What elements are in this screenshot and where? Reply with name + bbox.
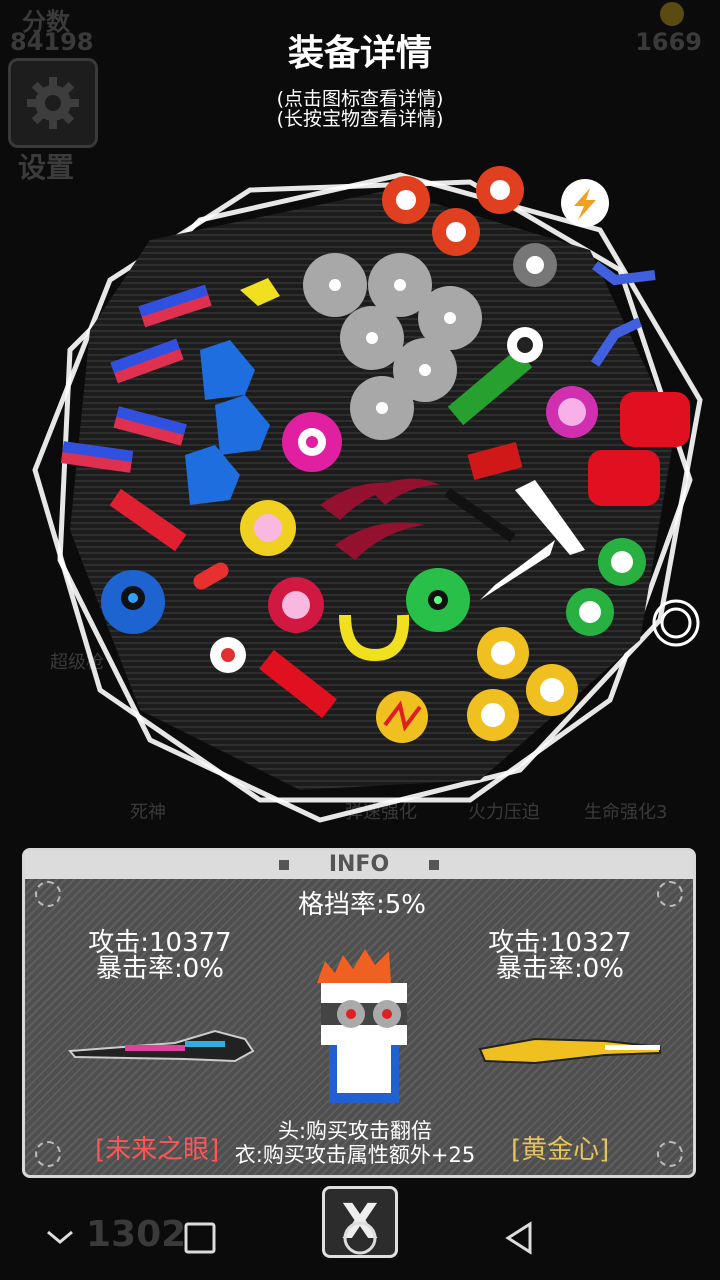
copyright-icon[interactable] bbox=[652, 599, 700, 647]
crimson-flower[interactable] bbox=[268, 577, 324, 633]
coin-icon bbox=[660, 2, 684, 26]
left-attack: 攻击:10377 bbox=[88, 928, 232, 958]
info-header-label: INFO bbox=[328, 852, 390, 877]
nav-home-icon[interactable] bbox=[184, 1222, 216, 1254]
system-nav-bar bbox=[47, 1221, 532, 1255]
equipment-display[interactable] bbox=[0, 150, 720, 830]
character-avatar bbox=[317, 949, 407, 1103]
right-weapon-name: [黄金心] bbox=[511, 1135, 610, 1165]
nav-back-icon[interactable] bbox=[505, 1221, 532, 1255]
page-title: 装备详情 bbox=[287, 33, 432, 74]
blue-ring[interactable] bbox=[101, 570, 165, 634]
nav-recent-icon[interactable] bbox=[47, 1230, 73, 1244]
screw-icon bbox=[35, 1141, 61, 1167]
block-rate: 格挡率:5% bbox=[297, 890, 426, 920]
body-bonus: 衣:购买攻击属性额外+25 bbox=[234, 1143, 476, 1167]
yellow-flower[interactable] bbox=[240, 500, 296, 556]
green-ring[interactable] bbox=[406, 568, 470, 632]
right-attack: 攻击:10327 bbox=[488, 928, 632, 958]
right-weapon-icon[interactable] bbox=[475, 1021, 665, 1081]
lightning-orb[interactable] bbox=[376, 691, 428, 743]
hint-treasure-details: (长按宝物查看详情) bbox=[276, 108, 444, 130]
left-weapon-name: [未来之眼] bbox=[95, 1135, 220, 1165]
info-header: INFO bbox=[25, 851, 693, 879]
head-bonus: 头:购买攻击翻倍 bbox=[277, 1119, 433, 1143]
screw-icon bbox=[657, 1141, 683, 1167]
right-crit: 暴击率:0% bbox=[495, 954, 624, 984]
magenta-ring[interactable] bbox=[282, 412, 342, 472]
info-panel: INFO 格挡率:5% 攻击:10377 暴击率:0% 攻击:10327 暴击率… bbox=[22, 848, 696, 1178]
left-weapon-icon[interactable] bbox=[65, 1021, 255, 1081]
left-crit: 暴击率:0% bbox=[95, 954, 224, 984]
white-ring[interactable] bbox=[507, 327, 543, 363]
lightning-icon[interactable] bbox=[561, 179, 609, 227]
nav-center-icon[interactable] bbox=[343, 1221, 377, 1255]
white-orb[interactable] bbox=[210, 637, 246, 673]
pink-flower[interactable] bbox=[546, 386, 598, 438]
